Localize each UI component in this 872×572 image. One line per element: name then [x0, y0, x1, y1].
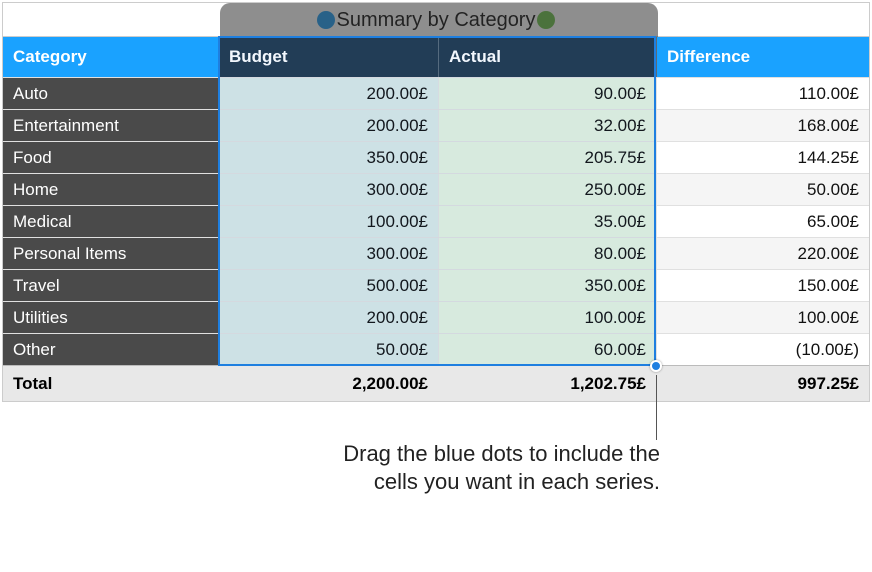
cell-difference[interactable]: 100.00£: [657, 302, 869, 333]
cell-budget[interactable]: 200.00£: [219, 110, 439, 141]
cell-budget[interactable]: 500.00£: [219, 270, 439, 301]
cell-category[interactable]: Utilities: [3, 302, 219, 333]
cell-actual[interactable]: 250.00£: [439, 174, 657, 205]
cell-actual[interactable]: 90.00£: [439, 78, 657, 109]
cell-difference[interactable]: 168.00£: [657, 110, 869, 141]
cell-actual[interactable]: 80.00£: [439, 238, 657, 269]
cell-actual[interactable]: 205.75£: [439, 142, 657, 173]
cell-actual[interactable]: 100.00£: [439, 302, 657, 333]
cell-difference[interactable]: 110.00£: [657, 78, 869, 109]
callout-leader-line: [656, 375, 657, 440]
total-budget: 2,200.00£: [219, 366, 439, 401]
column-header-budget[interactable]: Budget: [219, 37, 439, 77]
cell-budget[interactable]: 300.00£: [219, 238, 439, 269]
table-row[interactable]: Personal Items300.00£80.00£220.00£: [3, 237, 869, 269]
cell-category[interactable]: Medical: [3, 206, 219, 237]
cell-difference[interactable]: 144.25£: [657, 142, 869, 173]
table-row[interactable]: Utilities200.00£100.00£100.00£: [3, 301, 869, 333]
cell-category[interactable]: Auto: [3, 78, 219, 109]
cell-category[interactable]: Home: [3, 174, 219, 205]
cell-actual[interactable]: 35.00£: [439, 206, 657, 237]
cell-category[interactable]: Personal Items: [3, 238, 219, 269]
total-actual: 1,202.75£: [439, 366, 657, 401]
summary-table: Summary by Category Category Budget Actu…: [2, 2, 870, 402]
series-marker-blue-icon: [317, 11, 335, 29]
table-row[interactable]: Travel500.00£350.00£150.00£: [3, 269, 869, 301]
cell-budget[interactable]: 50.00£: [219, 334, 439, 365]
cell-difference[interactable]: 50.00£: [657, 174, 869, 205]
table-row[interactable]: Home300.00£250.00£50.00£: [3, 173, 869, 205]
cell-budget[interactable]: 300.00£: [219, 174, 439, 205]
cell-category[interactable]: Food: [3, 142, 219, 173]
callout-text: Drag the blue dots to include the cells …: [340, 440, 660, 495]
cell-budget[interactable]: 200.00£: [219, 302, 439, 333]
cell-difference[interactable]: 220.00£: [657, 238, 869, 269]
cell-actual[interactable]: 350.00£: [439, 270, 657, 301]
total-row: Total 2,200.00£ 1,202.75£ 997.25£: [3, 365, 869, 401]
cell-difference[interactable]: 65.00£: [657, 206, 869, 237]
table-row[interactable]: Other50.00£60.00£(10.00£): [3, 333, 869, 365]
cell-budget[interactable]: 350.00£: [219, 142, 439, 173]
column-header-difference[interactable]: Difference: [657, 37, 869, 77]
total-label: Total: [3, 366, 219, 401]
cell-budget[interactable]: 200.00£: [219, 78, 439, 109]
cell-category[interactable]: Travel: [3, 270, 219, 301]
cell-difference[interactable]: (10.00£): [657, 334, 869, 365]
cell-actual[interactable]: 60.00£: [439, 334, 657, 365]
cell-category[interactable]: Entertainment: [3, 110, 219, 141]
selection-drag-handle[interactable]: [650, 360, 662, 372]
cell-actual[interactable]: 32.00£: [439, 110, 657, 141]
cell-category[interactable]: Other: [3, 334, 219, 365]
column-header-category[interactable]: Category: [3, 37, 219, 77]
table-title-row: Summary by Category: [3, 3, 869, 37]
cell-difference[interactable]: 150.00£: [657, 270, 869, 301]
table-row[interactable]: Entertainment200.00£32.00£168.00£: [3, 109, 869, 141]
cell-budget[interactable]: 100.00£: [219, 206, 439, 237]
table-header-row: Category Budget Actual Difference: [3, 37, 869, 77]
table-row[interactable]: Food350.00£205.75£144.25£: [3, 141, 869, 173]
table-row[interactable]: Auto200.00£90.00£110.00£: [3, 77, 869, 109]
table-title: Summary by Category: [337, 9, 536, 31]
column-header-actual[interactable]: Actual: [439, 37, 657, 77]
series-marker-green-icon: [537, 11, 555, 29]
total-difference: 997.25£: [657, 366, 869, 401]
table-row[interactable]: Medical100.00£35.00£65.00£: [3, 205, 869, 237]
